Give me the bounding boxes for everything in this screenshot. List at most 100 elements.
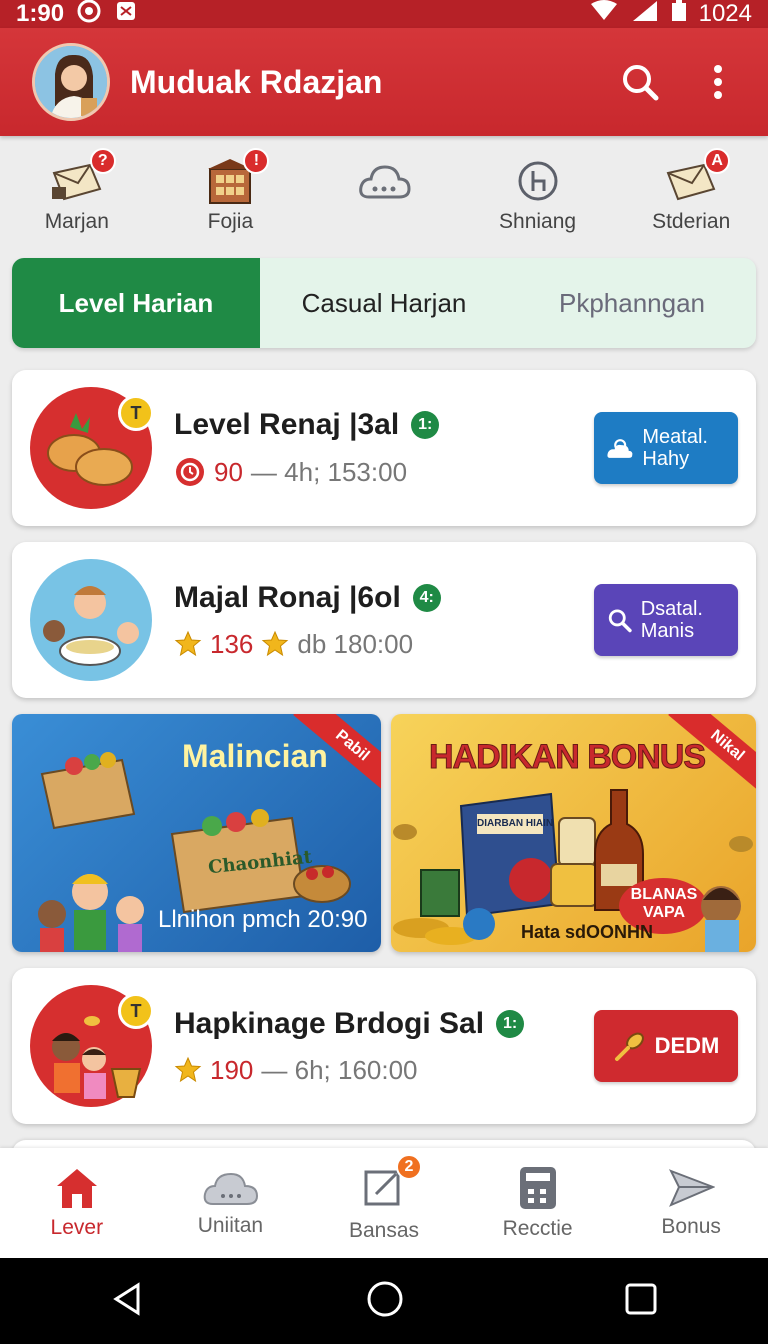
recents-button[interactable]: [624, 1282, 658, 1321]
home-button[interactable]: [366, 1280, 404, 1323]
quick-nav-item-stderian[interactable]: A Stderian: [621, 148, 761, 234]
wifi-icon: [589, 0, 619, 29]
bottom-nav-label: Uniitan: [197, 1214, 264, 1237]
quick-nav-label: Fojia: [207, 210, 254, 233]
star-icon: [174, 1056, 202, 1083]
tab-level-harian[interactable]: Level Harian: [12, 258, 260, 348]
home-circle-icon: [367, 1281, 403, 1316]
whisk-icon: [614, 1032, 644, 1061]
star-icon: [174, 630, 202, 657]
record-icon: [76, 0, 102, 31]
app-title: Muduak Rdazjan: [130, 63, 383, 100]
bottom-nav-label: Bansas: [348, 1218, 419, 1242]
list-item[interactable]: T Hapkinage Brdogi Sal 1: 190 — 6h; 160:0…: [12, 968, 756, 1124]
promo-banner-malincian[interactable]: Malincian Chaonhiat Llnihon pmch 20:90 P…: [12, 714, 381, 952]
cloud-icon: [357, 156, 411, 206]
building-icon: !: [203, 148, 270, 206]
family-illustration: [30, 559, 152, 681]
quick-nav-label: Stderian: [652, 210, 731, 233]
quick-nav-badge: ?: [89, 148, 116, 174]
search-icon: [623, 65, 659, 101]
dsatal-button[interactable]: Dsatal. Manis: [594, 584, 738, 656]
tab-casual-harjan[interactable]: Casual Harjan: [260, 258, 508, 348]
card-time: db 180:00: [297, 628, 414, 659]
bottom-nav-bonus[interactable]: Bonus: [621, 1167, 761, 1239]
quick-nav-item-marjan[interactable]: ? Marjan: [7, 148, 147, 234]
status-bar: 1:90 1024: [0, 0, 768, 28]
quick-nav-item-cloud[interactable]: [314, 156, 454, 234]
level-badge: 1:: [411, 411, 440, 439]
tab-pkphanngan[interactable]: Pkphanngan: [508, 258, 756, 348]
banner-title: Malincian: [182, 738, 328, 774]
battery-level: 1024: [698, 0, 752, 27]
bottom-nav-label: Bonus: [661, 1215, 721, 1238]
home-icon: [56, 1169, 97, 1208]
card-title: Level Renaj |3al: [174, 408, 400, 441]
back-triangle-icon: [113, 1281, 140, 1316]
star-icon: [262, 630, 289, 657]
banner-caption: Hata sdOONHN: [521, 922, 654, 942]
quick-nav-item-fojia[interactable]: ! Fojia: [160, 148, 300, 234]
coin-badge: T: [118, 993, 154, 1029]
list-item[interactable]: T Level Renaj |3al 1: 90 — 4h; 153:00 Mea…: [12, 370, 756, 526]
clock-icon: [511, 156, 565, 206]
quick-nav-badge: A: [704, 148, 731, 174]
quick-nav-label: Shniang: [499, 210, 577, 233]
card-points: 90: [214, 456, 243, 487]
quick-nav-label: Marjan: [44, 210, 109, 233]
more-vertical-icon: [714, 65, 722, 99]
category-tabs: Level Harian Casual Harjan Pkphanngan: [12, 258, 756, 348]
search-button[interactable]: [612, 54, 668, 110]
system-nav-bar: [0, 1258, 768, 1344]
card-title: Majal Ronaj |6ol: [174, 580, 401, 614]
bottom-nav-badge: 2: [395, 1153, 422, 1180]
timer-icon: [176, 458, 204, 486]
card-points: 190: [210, 1054, 254, 1085]
card-time: — 6h; 160:00: [261, 1054, 418, 1085]
bottom-nav-label: Lever: [50, 1216, 104, 1239]
banner-caption: Llnihon pmch 20:90: [158, 906, 368, 933]
avatar[interactable]: [32, 43, 110, 121]
notification-icon: [114, 0, 138, 30]
button-label: Dsatal. Manis: [640, 598, 703, 642]
quick-nav: ? Marjan ! Fojia Shniang A Stderian: [0, 140, 768, 250]
overflow-menu-button[interactable]: [690, 54, 746, 110]
quick-nav-item-shniang[interactable]: Shniang: [468, 156, 608, 234]
cloud-sun-icon: [607, 439, 633, 458]
bottom-nav-bansas[interactable]: 2 Bansas: [314, 1153, 454, 1243]
level-badge: 4:: [412, 583, 441, 612]
cloud-icon: [204, 1172, 259, 1205]
status-time: 1:90: [16, 0, 65, 27]
battery-icon: [671, 0, 687, 29]
back-button[interactable]: [110, 1281, 146, 1322]
card-points: 136: [210, 628, 254, 659]
children-illustration: T: [30, 985, 154, 1107]
bottom-nav-lever[interactable]: Lever: [7, 1166, 147, 1240]
box-label: DIARBAN HIAIN: [477, 818, 554, 829]
card-title: Hapkinage Brdogi Sal: [174, 1006, 485, 1040]
bottom-nav-label: Recctie: [502, 1217, 573, 1240]
promo-banner-bonus[interactable]: HADIKAN BONUS DIARBAN HIAIN BLANAS VAPA …: [391, 714, 756, 952]
recents-square-icon: [625, 1283, 657, 1314]
promo-bubble: BLANAS VAPA: [630, 886, 698, 921]
search-icon: [608, 609, 632, 633]
coin-badge: T: [118, 395, 154, 431]
bottom-nav-recctie[interactable]: Recctie: [468, 1165, 608, 1241]
mail-icon: A: [664, 148, 731, 206]
list-item[interactable]: Majal Ronaj |6ol 4: 136 db 180:00 Dsatal.…: [12, 542, 756, 698]
card-time: — 4h; 153:00: [250, 456, 408, 487]
bottom-nav: Lever Uniitan 2 Bansas Recctie Bonus: [0, 1148, 768, 1258]
app-bar: Muduak Rdazjan: [0, 28, 768, 136]
envelope-icon: ?: [50, 148, 116, 206]
calculator-icon: [519, 1167, 556, 1209]
bread-illustration: T: [30, 387, 154, 509]
signal-icon: [631, 0, 659, 29]
button-label: DEDM: [654, 1033, 720, 1058]
banner-title: HADIKAN BONUS: [429, 738, 707, 777]
dedm-button[interactable]: DEDM: [594, 1010, 738, 1082]
bottom-nav-uniitan[interactable]: Uniitan: [160, 1168, 300, 1238]
button-label: Meatal. Hahy: [642, 426, 708, 470]
send-icon: [669, 1169, 716, 1207]
meatal-button[interactable]: Meatal. Hahy: [594, 412, 738, 484]
level-badge: 1:: [496, 1009, 525, 1038]
